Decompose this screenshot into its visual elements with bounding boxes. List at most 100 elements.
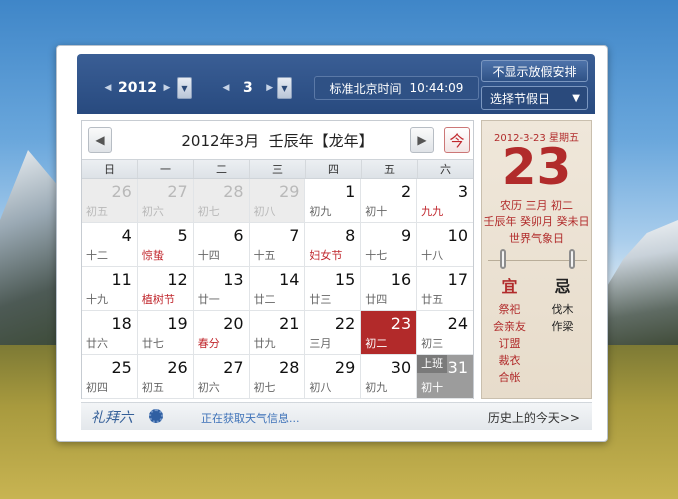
day-cell[interactable]: 22 三月 bbox=[305, 311, 362, 355]
day-cell[interactable]: 2 初十 bbox=[361, 179, 418, 223]
day-cell[interactable]: 9 十七 bbox=[361, 223, 418, 267]
day-cell[interactable]: 21 廿九 bbox=[249, 311, 306, 355]
day-cell[interactable]: 18 廿六 bbox=[82, 311, 138, 355]
day-cell[interactable]: 4 十二 bbox=[82, 223, 138, 267]
lunar-label: 十四 bbox=[197, 249, 220, 262]
day-cell[interactable]: 13 廿一 bbox=[193, 267, 250, 311]
day-cell[interactable]: 8 妇女节 bbox=[305, 223, 362, 267]
lunar-label: 廿五 bbox=[421, 293, 444, 306]
day-cell[interactable]: 19 廿七 bbox=[137, 311, 194, 355]
lunar-label: 廿七 bbox=[141, 337, 164, 350]
history-today-link[interactable]: 历史上的今天>> bbox=[488, 409, 580, 426]
auspicious-item: 裁衣 bbox=[498, 354, 521, 367]
detail-observance-line: 世界气象日 bbox=[509, 232, 564, 245]
lunar-label: 十八 bbox=[421, 249, 444, 262]
month-dropdown-button[interactable]: ▼ bbox=[277, 77, 292, 99]
lunar-label: 初三 bbox=[421, 337, 444, 350]
weather-status-link[interactable]: 正在获取天气信息... bbox=[201, 410, 300, 426]
day-cell[interactable]: 23 初二 bbox=[361, 311, 418, 355]
lunar-label: 初十 bbox=[421, 381, 444, 394]
day-number: 4 bbox=[121, 226, 132, 245]
day-number: 24 bbox=[447, 314, 468, 333]
month-calendar: ◀ 2012年3月 壬辰年【龙年】 ▶ 今 日一二三四五六 26 初五 27 初六 28… bbox=[81, 120, 474, 399]
day-cell[interactable]: 26 初五 bbox=[137, 355, 194, 399]
detail-ganzhi-line: 壬辰年 癸卯月 癸未日 bbox=[483, 215, 590, 228]
lunar-label: 初八 bbox=[309, 381, 332, 394]
today-button[interactable]: 今 bbox=[444, 127, 470, 153]
day-cell[interactable]: 20 春分 bbox=[193, 311, 250, 355]
day-number: 21 bbox=[279, 314, 300, 333]
year-dropdown-button[interactable]: ▼ bbox=[177, 77, 192, 99]
sun-icon bbox=[149, 409, 163, 423]
day-number: 17 bbox=[447, 270, 468, 289]
day-number: 30 bbox=[390, 358, 412, 377]
inauspicious-item: 伐木 bbox=[551, 303, 574, 316]
day-cell[interactable]: 28 初七 bbox=[249, 355, 306, 399]
day-cell[interactable]: 27 初六 bbox=[137, 179, 194, 223]
toolbar: ◀ 2012 ▶ ▼ ◀ 3 ▶ ▼ 标准北京时间 10:44:09 不显示放假… bbox=[77, 54, 595, 114]
day-cell[interactable]: 29 初八 bbox=[305, 355, 362, 399]
day-cell[interactable]: 7 十五 bbox=[249, 223, 306, 267]
caret-down-icon: ▼ bbox=[572, 93, 580, 104]
month-value[interactable]: 3 bbox=[233, 80, 263, 96]
day-cell[interactable]: 28 初七 bbox=[193, 179, 250, 223]
weekday-label: 二 bbox=[194, 160, 250, 178]
prev-month-button[interactable]: ◀ bbox=[88, 127, 112, 153]
calendar-window: ◀ 2012 ▶ ▼ ◀ 3 ▶ ▼ 标准北京时间 10:44:09 不显示放假… bbox=[56, 45, 608, 442]
day-cell[interactable]: 30 初九 bbox=[361, 355, 418, 399]
day-number: 16 bbox=[390, 270, 412, 289]
day-number: 27 bbox=[223, 358, 244, 377]
day-number: 23 bbox=[390, 314, 412, 333]
day-cell[interactable]: 14 廿二 bbox=[249, 267, 306, 311]
day-number: 27 bbox=[167, 182, 188, 201]
day-cell[interactable]: 17 廿五 bbox=[417, 267, 473, 311]
day-cell[interactable]: 26 初五 bbox=[82, 179, 138, 223]
auspicious-heading: 宜 bbox=[501, 277, 518, 296]
beijing-time-display: 标准北京时间 10:44:09 bbox=[314, 76, 479, 100]
holiday-select[interactable]: 选择节假日 ▼ bbox=[481, 86, 588, 110]
day-number: 25 bbox=[111, 358, 132, 377]
day-cell[interactable]: 16 廿四 bbox=[361, 267, 418, 311]
day-cell[interactable]: 24 初三 bbox=[417, 311, 473, 355]
lunar-label: 春分 bbox=[197, 337, 220, 350]
year-value[interactable]: 2012 bbox=[115, 80, 160, 96]
day-number: 31 bbox=[447, 358, 468, 377]
year-prev-arrow-icon[interactable]: ◀ bbox=[101, 77, 115, 99]
day-number: 20 bbox=[223, 314, 244, 333]
year-next-arrow-icon[interactable]: ▶ bbox=[160, 77, 174, 99]
app-logo: 礼拜六 bbox=[91, 410, 133, 426]
weekday-label: 五 bbox=[362, 160, 418, 178]
day-number: 1 bbox=[345, 182, 356, 201]
day-number: 5 bbox=[177, 226, 188, 245]
day-number: 9 bbox=[400, 226, 412, 245]
lunar-label: 十五 bbox=[253, 249, 276, 262]
day-cell[interactable]: 上班 31 初十 bbox=[417, 355, 473, 399]
lunar-label: 三月 bbox=[309, 337, 332, 350]
binder-ring-icon bbox=[569, 249, 575, 269]
time-value: 10:44:09 bbox=[409, 81, 464, 95]
month-next-arrow-icon[interactable]: ▶ bbox=[263, 77, 277, 99]
weekday-label: 日 bbox=[82, 160, 138, 178]
lunar-label: 十九 bbox=[86, 293, 108, 306]
day-number: 29 bbox=[279, 182, 300, 201]
auspicious-list: 宜 祭祀 会亲友 订盟 裁衣 合帐 bbox=[487, 273, 532, 386]
month-prev-arrow-icon[interactable]: ◀ bbox=[219, 77, 233, 99]
day-cell[interactable]: 6 十四 bbox=[193, 223, 250, 267]
day-cell[interactable]: 12 植树节 bbox=[137, 267, 194, 311]
day-cell[interactable]: 25 初四 bbox=[82, 355, 138, 399]
day-number: 28 bbox=[279, 358, 300, 377]
hide-holiday-schedule-button[interactable]: 不显示放假安排 bbox=[481, 60, 588, 82]
lunar-label: 妇女节 bbox=[309, 249, 343, 262]
lunar-label: 廿一 bbox=[197, 293, 220, 306]
day-cell[interactable]: 3 九九 bbox=[417, 179, 473, 223]
lunar-label: 廿六 bbox=[86, 337, 108, 350]
day-cell[interactable]: 15 廿三 bbox=[305, 267, 362, 311]
day-number: 7 bbox=[289, 226, 300, 245]
day-cell[interactable]: 5 惊蛰 bbox=[137, 223, 194, 267]
day-cell[interactable]: 1 初九 bbox=[305, 179, 362, 223]
day-cell[interactable]: 29 初八 bbox=[249, 179, 306, 223]
day-cell[interactable]: 27 初六 bbox=[193, 355, 250, 399]
day-cell[interactable]: 11 十九 bbox=[82, 267, 138, 311]
day-cell[interactable]: 10 十八 bbox=[417, 223, 473, 267]
next-month-button[interactable]: ▶ bbox=[410, 127, 434, 153]
